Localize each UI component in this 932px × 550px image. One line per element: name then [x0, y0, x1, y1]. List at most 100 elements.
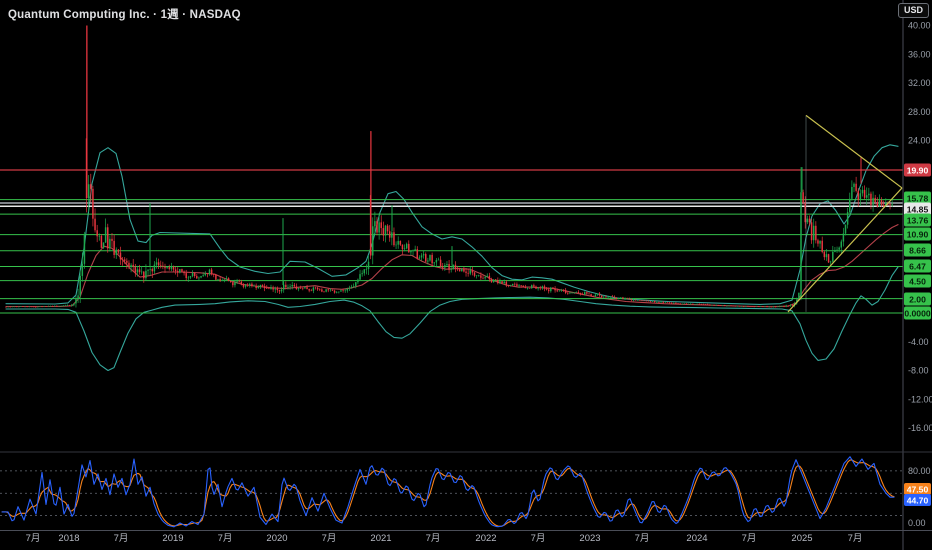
candle-body: [32, 306, 35, 308]
candle-body: [126, 260, 128, 263]
candle-body: [189, 276, 192, 278]
candle-body: [359, 274, 361, 280]
candle-body: [588, 293, 590, 295]
stoch-value-text: 44.70: [907, 496, 929, 506]
candle-body: [109, 238, 111, 249]
candle-body: [832, 251, 834, 262]
candle-body: [378, 222, 380, 233]
candle-body: [467, 272, 469, 274]
candle-body: [844, 224, 847, 234]
time-label: 7月: [114, 533, 129, 544]
candle-body: [49, 305, 52, 307]
candle-body: [374, 221, 376, 227]
price-label-text: 6.47: [909, 262, 926, 272]
candle-body: [586, 292, 588, 294]
candle-body: [107, 227, 109, 249]
candle-body: [259, 284, 262, 287]
candle-body: [439, 259, 442, 267]
candle-body: [236, 281, 238, 283]
candle-body: [153, 264, 156, 272]
candle-body: [115, 249, 117, 255]
candle-body: [94, 218, 96, 231]
candle-body: [13, 306, 16, 308]
currency-toggle-button[interactable]: USD: [897, 3, 929, 18]
candle-body: [208, 269, 211, 275]
candle-body: [395, 244, 397, 246]
candle-body: [140, 271, 143, 273]
candle-body: [637, 300, 639, 301]
candle-body: [425, 254, 427, 262]
candle-body: [282, 284, 285, 290]
candle-body: [518, 285, 520, 286]
candle-body: [405, 243, 408, 249]
symbol-title: Quantum Computing Inc. · 1週 · NASDAQ: [8, 9, 241, 21]
candle-body: [229, 281, 232, 283]
candle-body: [505, 281, 508, 286]
candle-body: [20, 306, 22, 307]
chart-window: Quantum Computing Inc. · 1週 · NASDAQ USD…: [0, 0, 932, 550]
candle-body: [494, 279, 497, 280]
candle-body: [480, 275, 482, 278]
candle-body: [558, 290, 561, 292]
candle-body: [808, 218, 811, 223]
candle-body: [244, 285, 247, 287]
candle-body: [564, 290, 567, 293]
candle-body: [62, 305, 64, 307]
candle-body: [219, 279, 221, 281]
time-label: 7月: [531, 533, 546, 544]
candle-body: [223, 279, 226, 281]
candle-body: [590, 294, 592, 297]
candle-body: [715, 305, 717, 306]
candle-body: [399, 241, 402, 245]
candle-body: [528, 288, 531, 289]
candle-body: [632, 299, 635, 301]
candle-body: [596, 293, 599, 295]
candle-body: [393, 232, 395, 246]
candle-body: [620, 297, 622, 299]
time-label: 2019: [162, 533, 183, 544]
candle-body: [54, 305, 56, 307]
candle-body: [497, 279, 499, 284]
candle-body: [643, 300, 645, 302]
candle-body: [179, 269, 181, 273]
candle-body: [213, 274, 215, 275]
candle-body: [768, 306, 770, 308]
candle-body: [77, 295, 79, 299]
candle-body: [547, 289, 550, 292]
candle-body: [9, 306, 11, 308]
stoch-tick-label: 0.00: [908, 518, 926, 528]
candle-body: [204, 273, 207, 276]
candle-body: [874, 197, 876, 203]
candle-body: [350, 286, 353, 288]
price-label-pill: 2.00: [904, 292, 931, 306]
candle-body: [361, 273, 363, 275]
stoch-value-pill: 44.70: [904, 494, 931, 506]
candle-body: [96, 230, 98, 237]
candle-body: [594, 294, 597, 297]
candle-body: [721, 305, 724, 306]
price-chart-canvas[interactable]: 40.00 36.00 32.00 28.00 24.00 -4.00 -8.00 -12.0…: [0, 0, 932, 550]
candle-body: [622, 297, 624, 299]
candle-body: [461, 268, 463, 272]
candle-body: [452, 264, 455, 270]
price-label-pill: 8.66: [904, 243, 931, 257]
candle-body: [422, 254, 425, 256]
price-tick-label: 32.00: [908, 78, 931, 88]
candle-body: [344, 290, 346, 292]
candle-body: [68, 305, 71, 306]
candle-body: [535, 286, 537, 289]
candle-body: [310, 290, 313, 292]
candle-body: [738, 305, 741, 307]
candle-body: [554, 288, 556, 291]
candle-body: [355, 282, 357, 287]
candle-body: [802, 192, 804, 203]
candle-body: [539, 287, 541, 289]
candle-body: [206, 273, 209, 275]
candle-body: [789, 304, 792, 306]
candle-body: [488, 275, 491, 280]
candle-body: [253, 285, 255, 287]
candle-body: [706, 304, 709, 305]
candle-body: [287, 286, 289, 288]
candle-body: [346, 288, 349, 291]
candle-body: [541, 286, 544, 288]
